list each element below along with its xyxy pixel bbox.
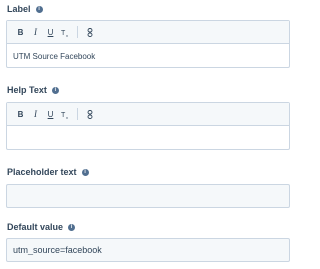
help-text-editor-toolbar: B I U Tx (7, 103, 289, 126)
info-icon[interactable]: i (68, 223, 76, 231)
bold-icon[interactable]: B (13, 107, 28, 121)
label-editor-toolbar: B I U Tx (7, 21, 289, 44)
toolbar-divider (77, 108, 78, 120)
toolbar-divider (77, 26, 78, 38)
default-value-field-title: Default value (7, 222, 64, 232)
help-text-editor-content[interactable] (7, 126, 289, 150)
label-editor-content[interactable]: UTM Source Facebook (7, 44, 289, 68)
clear-format-icon[interactable]: Tx (58, 25, 73, 39)
italic-icon[interactable]: I (28, 25, 43, 39)
underline-icon[interactable]: U (43, 107, 58, 121)
placeholder-text-input[interactable] (6, 184, 290, 208)
help-text-rich-text-editor[interactable]: B I U Tx (6, 102, 290, 150)
default-value-input[interactable] (6, 238, 290, 262)
info-icon[interactable]: i (81, 168, 89, 176)
help-text-field-label: Help Text i (7, 85, 59, 95)
default-value-field-label: Default value i (7, 222, 76, 232)
underline-icon[interactable]: U (43, 25, 58, 39)
placeholder-text-field-title: Placeholder text (7, 167, 77, 177)
label-field-title: Label (7, 4, 31, 14)
link-icon[interactable] (82, 25, 97, 39)
clear-format-icon[interactable]: Tx (58, 107, 73, 121)
svg-text:x: x (66, 33, 68, 37)
info-icon[interactable]: i (51, 86, 59, 94)
svg-text:x: x (66, 115, 68, 119)
info-icon[interactable]: i (35, 5, 43, 13)
help-text-field-title: Help Text (7, 85, 47, 95)
bold-icon[interactable]: B (13, 25, 28, 39)
link-icon[interactable] (82, 107, 97, 121)
label-rich-text-editor[interactable]: B I U Tx UTM Source Facebook (6, 20, 290, 68)
placeholder-text-field-label: Placeholder text i (7, 167, 89, 177)
label-field-label: Label i (7, 4, 43, 14)
italic-icon[interactable]: I (28, 107, 43, 121)
